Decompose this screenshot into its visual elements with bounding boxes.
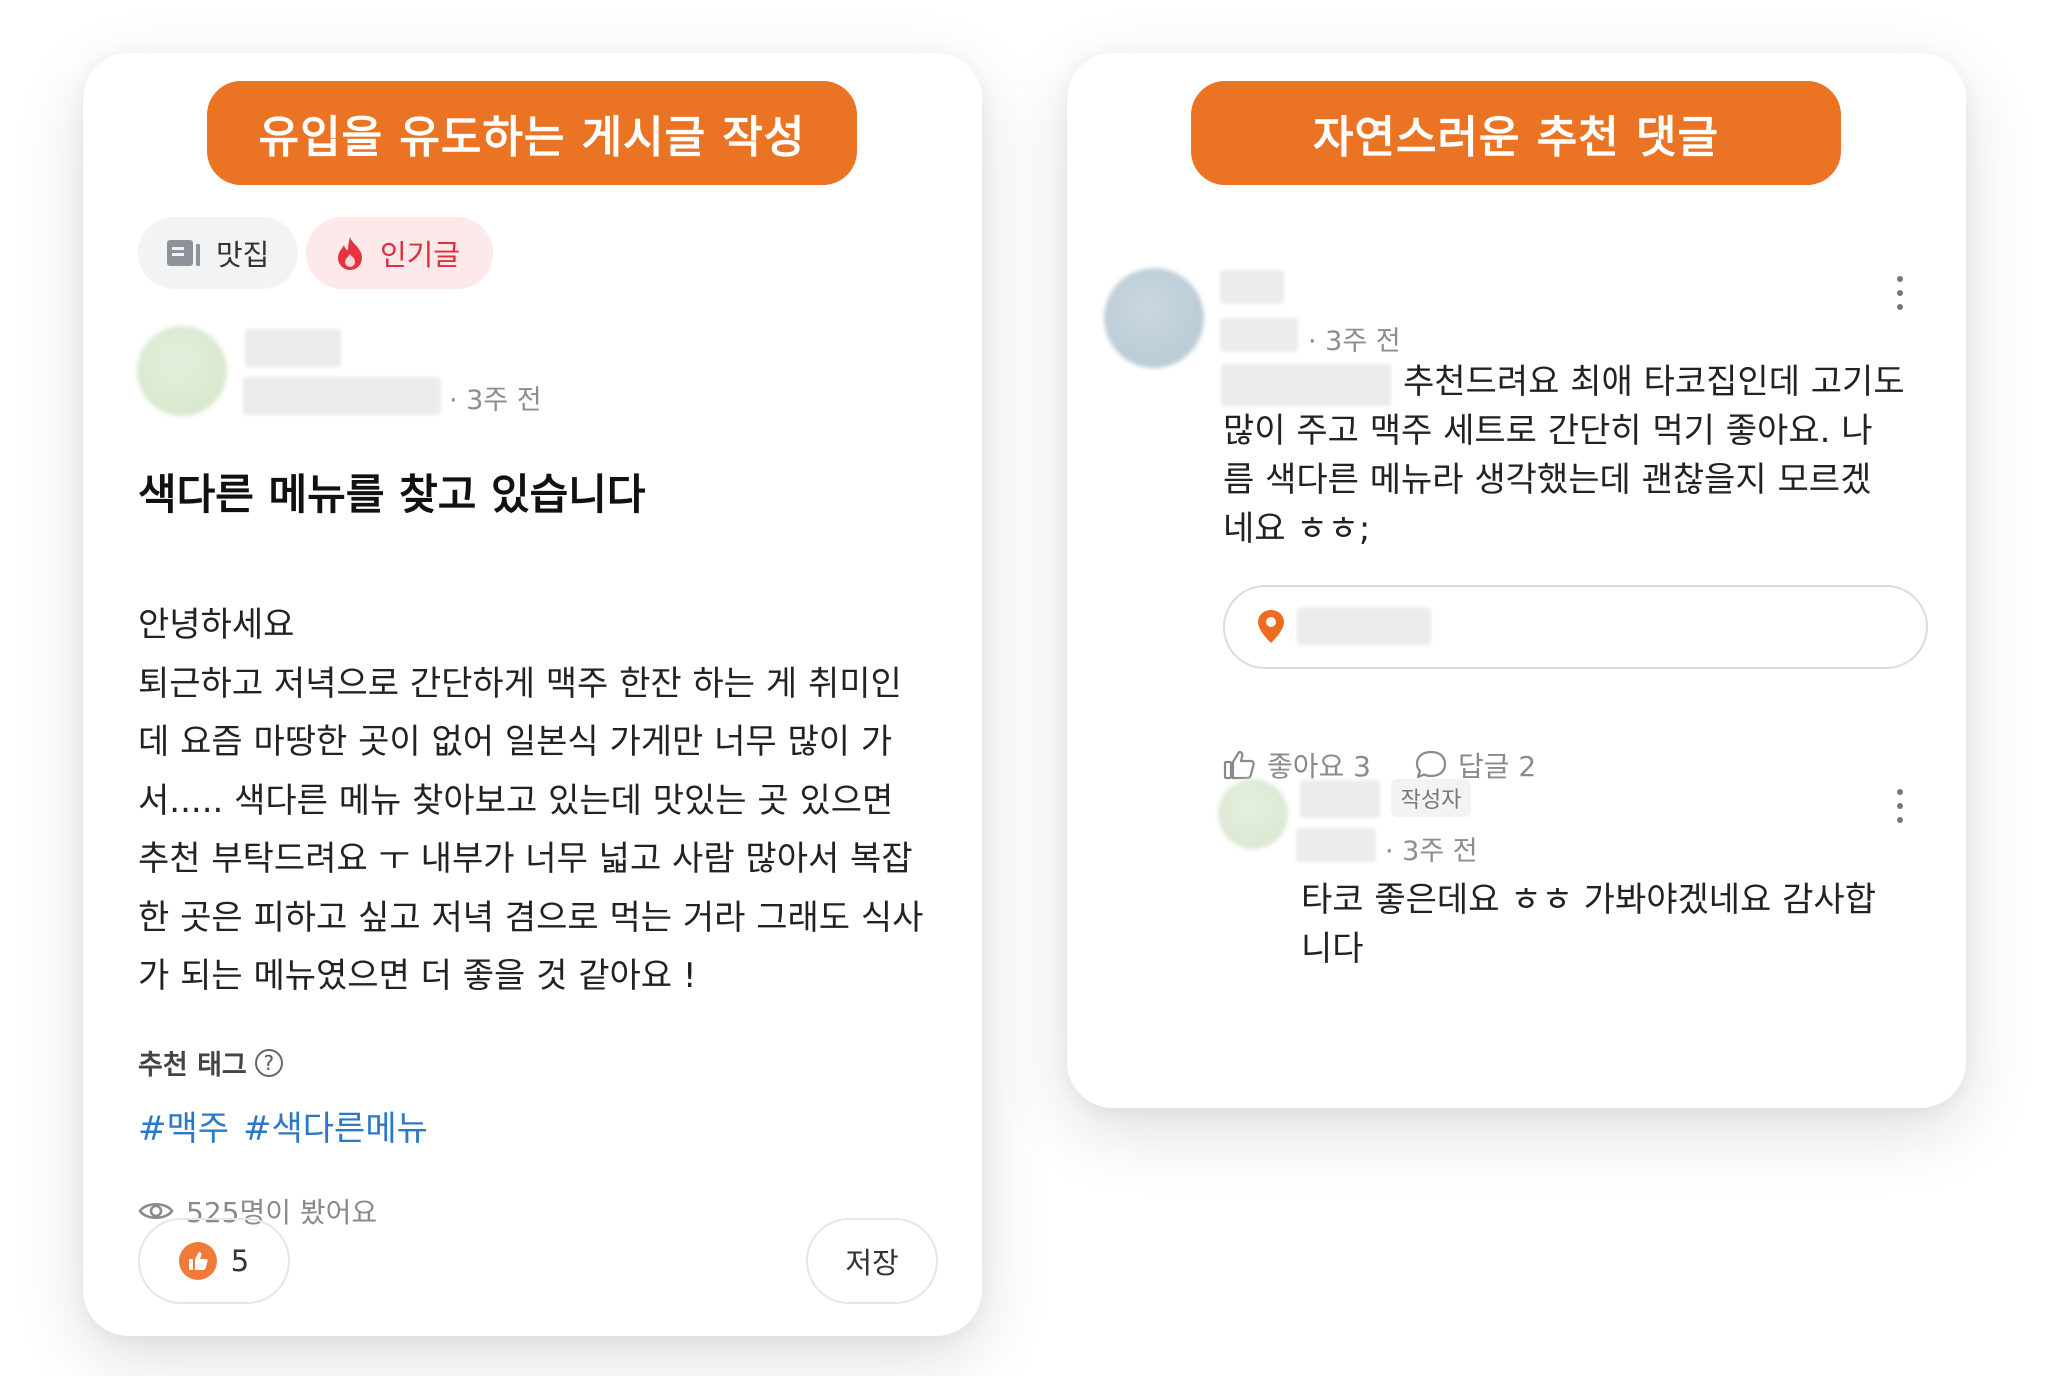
comment-card: 자연스러운 추천 댓글 · 3주 전 추천드려요 최애 타코집인데 고기도 많이… (1067, 53, 1966, 1108)
post-body-line: 퇴근하고 저녁으로 간단하게 맥주 한잔 하는 게 취미인 (138, 663, 902, 704)
notebook-icon (166, 238, 202, 268)
post-card: 유입을 유도하는 게시글 작성 맛집 인기글 · 3주 전 색다른 메뉴를 찾고… (83, 53, 982, 1336)
speech-bubble-icon (1415, 750, 1447, 779)
save-button[interactable]: 저장 (806, 1218, 938, 1304)
post-title: 색다른 메뉴를 찾고 있습니다 (138, 470, 646, 519)
post-body-line: 가 되는 메뉴였으면 더 좋을 것 같아요 ! (138, 956, 697, 996)
post-banner: 유입을 유도하는 게시글 작성 (207, 81, 857, 185)
like-button[interactable]: 5 (138, 1218, 290, 1304)
fire-icon (334, 235, 366, 271)
comment-line: 네요 ㅎㅎ; (1223, 509, 1371, 549)
reply-time: · 3주 전 (1385, 836, 1478, 867)
comment-like-label: 좋아요 3 (1267, 750, 1371, 783)
reply-author-info-blurred (1296, 828, 1376, 862)
location-pin-icon (1257, 609, 1285, 649)
author-badge: 작성자 (1391, 779, 1471, 817)
post-time: · 3주 전 (449, 385, 542, 416)
recommended-tags-label: 추천 태그 ? (138, 1043, 283, 1082)
author-info-blurred (243, 377, 441, 415)
reply-text: 타코 좋은데요 ㅎㅎ 가봐야겠네요 감사합 니다 (1301, 876, 1876, 974)
author-name-blurred (245, 329, 341, 367)
comment-text: 추천드려요 최애 타코집인데 고기도 많이 주고 맥주 세트로 간단히 먹기 좋… (1223, 358, 1905, 554)
popular-chip[interactable]: 인기글 (306, 217, 493, 289)
tag-unique-menu[interactable]: #색다른메뉴 (243, 1101, 428, 1150)
like-count: 5 (230, 1244, 250, 1278)
place-link[interactable] (1223, 585, 1928, 669)
reply-line: 타코 좋은데요 ㅎㅎ 가봐야겠네요 감사합 (1301, 880, 1876, 920)
commenter-name-blurred (1220, 270, 1284, 304)
chip-label: 인기글 (380, 238, 461, 272)
category-chip-restaurant[interactable]: 맛집 (138, 217, 298, 289)
comment-banner: 자연스러운 추천 댓글 (1191, 81, 1841, 185)
post-body-line: 데 요즘 마땅한 곳이 없어 일본식 가게만 너무 많이 가 (138, 722, 893, 762)
post-body-line: 한 곳은 피하고 싶고 저녁 겸으로 먹는 거라 그래도 식사 (138, 897, 924, 938)
thumbs-up-icon (178, 1242, 217, 1280)
comment-more-icon[interactable] (1897, 276, 1905, 310)
reply-more-icon[interactable] (1897, 789, 1905, 823)
comment-line: 추천드려요 최애 타코집인데 고기도 (1403, 362, 1905, 402)
reply-label: 답글 2 (1458, 750, 1537, 783)
post-body: 안녕하세요 퇴근하고 저녁으로 간단하게 맥주 한잔 하는 게 취미인 데 요즘… (138, 596, 958, 1006)
author-avatar[interactable] (137, 326, 227, 416)
tags-label-text: 추천 태그 (138, 1050, 247, 1081)
comment-line: 름 색다른 메뉴라 생각했는데 괜찮을지 모르겠 (1223, 460, 1872, 500)
reply-author-name-blurred (1300, 780, 1380, 818)
reply-line: 니다 (1301, 929, 1364, 969)
help-icon[interactable]: ? (254, 1048, 283, 1077)
commenter-info-blurred (1220, 318, 1298, 352)
commenter-avatar[interactable] (1104, 268, 1204, 368)
comment-time: · 3주 전 (1308, 326, 1401, 357)
post-body-line: 안녕하세요 (138, 605, 295, 645)
thumbs-up-outline-icon (1223, 750, 1255, 780)
post-body-line: 추천 부탁드려요 ㅜ 내부가 너무 넓고 사람 많아서 복잡 (138, 839, 913, 879)
tag-beer[interactable]: #맥주 (138, 1101, 229, 1150)
place-name-blurred (1297, 607, 1431, 645)
chip-label: 맛집 (216, 238, 270, 272)
comment-line: 많이 주고 맥주 세트로 간단히 먹기 좋아요. 나 (1223, 411, 1873, 451)
post-body-line: 서..... 색다른 메뉴 찾아보고 있는데 맛있는 곳 있으면 (138, 780, 894, 821)
reply-author-avatar[interactable] (1218, 779, 1288, 849)
